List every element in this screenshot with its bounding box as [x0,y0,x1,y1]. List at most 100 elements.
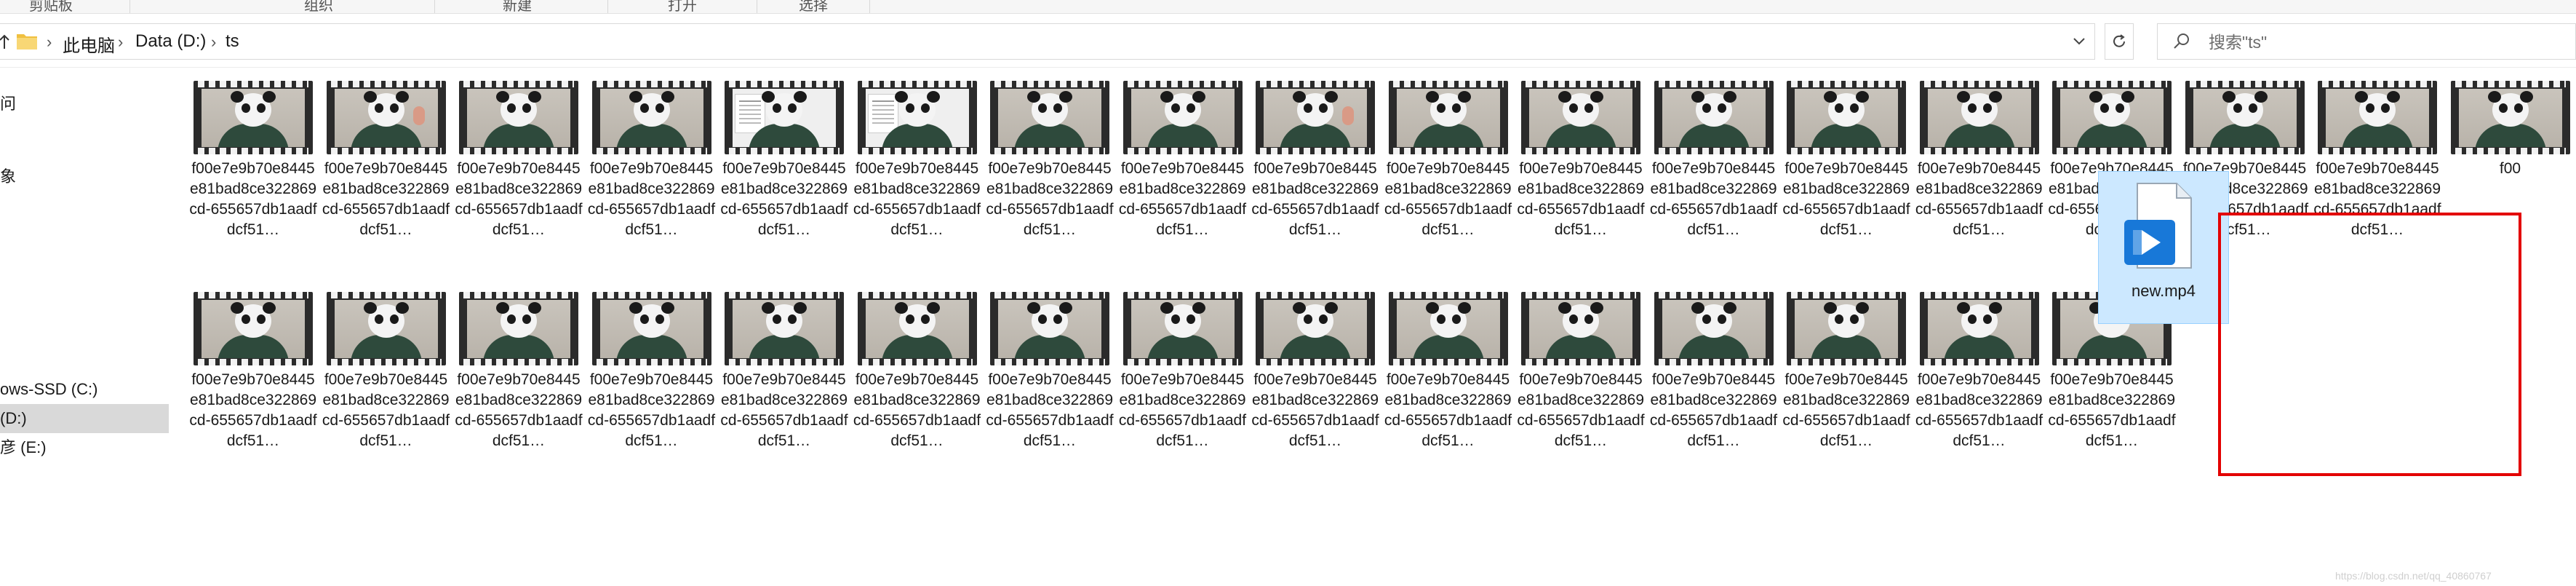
video-thumbnail [1256,292,1375,366]
folder-icon [17,34,37,50]
file-item[interactable]: f00e7e9b70e8445e81bad8ce322869cd-655657d… [719,76,850,237]
refresh-button[interactable] [2105,23,2134,60]
nav-item-d-drive[interactable]: (D:) [0,404,169,433]
file-item[interactable]: f00e7e9b70e8445e81bad8ce322869cd-655657d… [453,288,584,448]
video-thumbnail [1388,292,1508,366]
file-item[interactable]: f00 [2445,76,2576,237]
video-thumbnail [1787,292,1906,366]
ribbon-separator [129,0,130,13]
file-item[interactable]: f00e7e9b70e8445e81bad8ce322869cd-655657d… [2312,76,2443,237]
refresh-icon [2113,34,2125,47]
video-thumbnail [1919,81,2039,155]
file-item[interactable]: f00e7e9b70e8445e81bad8ce322869cd-655657d… [1515,76,1646,237]
search-icon [2174,33,2189,49]
nav-item-e-drive[interactable]: 彦 (E:) [0,433,169,462]
file-item[interactable]: f00e7e9b70e8445e81bad8ce322869cd-655657d… [1648,288,1779,448]
file-name: f00e7e9b70e8445e81bad8ce322869cd-655657d… [1782,371,1910,448]
file-name: f00e7e9b70e8445e81bad8ce322869cd-655657d… [189,371,317,448]
file-item[interactable]: f00e7e9b70e8445e81bad8ce322869cd-655657d… [586,288,717,448]
file-name: f00e7e9b70e8445e81bad8ce322869cd-655657d… [455,371,583,448]
search-input[interactable] [2207,28,2559,56]
watermark: https://blog.csdn.net/qq_40860767 [2335,570,2492,582]
nav-item-label: 彦 (E:) [0,438,47,456]
search-box[interactable] [2157,23,2576,60]
breadcrumb-chevron-icon: › [47,33,52,51]
breadcrumb-data-drive[interactable]: Data (D:) [135,31,206,52]
file-item[interactable]: f00e7e9b70e8445e81bad8ce322869cd-655657d… [719,288,850,448]
video-thumbnail [990,292,1109,366]
file-name: f00e7e9b70e8445e81bad8ce322869cd-655657d… [1251,160,1379,237]
file-name: f00e7e9b70e8445e81bad8ce322869cd-655657d… [1118,371,1247,448]
video-thumbnail [1122,292,1243,366]
file-list: f00e7e9b70e8445e81bad8ce322869cd-655657d… [169,68,2576,586]
file-name: f00e7e9b70e8445e81bad8ce322869cd-655657d… [986,371,1114,448]
file-name: f00e7e9b70e8445e81bad8ce322869cd-655657d… [1915,160,2043,237]
video-thumbnail [1388,81,1508,155]
file-name: f00e7e9b70e8445e81bad8ce322869cd-655657d… [1517,371,1645,448]
file-item[interactable]: f00e7e9b70e8445e81bad8ce322869cd-655657d… [1383,76,1514,237]
file-item[interactable]: f00e7e9b70e8445e81bad8ce322869cd-655657d… [1117,76,1248,237]
video-thumbnail [1521,292,1640,366]
chevron-down-icon[interactable] [2072,36,2086,47]
video-thumbnail [725,81,844,155]
nav-item-label: 象 [0,167,17,186]
video-thumbnail [1122,81,1243,155]
ribbon-group-labels: 剪贴板 组织 新建 打开 选择 [0,0,2576,14]
ribbon-label-new: 新建 [503,0,532,14]
nav-item-c-drive[interactable]: ows-SSD (C:) [0,375,169,404]
breadcrumb-this-pc[interactable]: 此电脑 [63,31,115,57]
video-thumbnail [1787,81,1906,155]
file-name: f00e7e9b70e8445e81bad8ce322869cd-655657d… [986,160,1114,237]
file-name: new.mp4 [2131,282,2196,300]
file-item[interactable]: f00e7e9b70e8445e81bad8ce322869cd-655657d… [1117,288,1248,448]
video-thumbnail [326,81,446,155]
ribbon-separator [607,0,608,13]
file-item[interactable]: f00e7e9b70e8445e81bad8ce322869cd-655657d… [453,76,584,237]
file-item[interactable]: f00e7e9b70e8445e81bad8ce322869cd-655657d… [852,76,983,237]
file-item[interactable]: f00e7e9b70e8445e81bad8ce322869cd-655657d… [984,288,1115,448]
address-bar[interactable]: › 此电脑 › Data (D:) › ts [0,23,2095,60]
video-thumbnail [1521,81,1640,155]
breadcrumb-chevron-icon[interactable]: › [118,33,123,52]
navigation-pane: 问 象 ows-SSD (C:) (D:) 彦 (E:) [0,68,169,586]
file-item[interactable]: f00e7e9b70e8445e81bad8ce322869cd-655657d… [586,76,717,237]
file-item[interactable]: f00e7e9b70e8445e81bad8ce322869cd-655657d… [1914,288,2045,448]
ribbon-label-open: 打开 [668,0,697,14]
nav-item-access[interactable]: 问 [0,90,169,119]
file-item-new-mp4[interactable]: new.mp4 [2098,171,2229,324]
file-item[interactable]: f00e7e9b70e8445e81bad8ce322869cd-655657d… [321,288,452,448]
file-item[interactable]: f00e7e9b70e8445e81bad8ce322869cd-655657d… [1250,288,1381,448]
file-name: f00e7e9b70e8445e81bad8ce322869cd-655657d… [455,160,583,237]
file-item[interactable]: f00e7e9b70e8445e81bad8ce322869cd-655657d… [1515,288,1646,448]
file-item[interactable]: f00e7e9b70e8445e81bad8ce322869cd-655657d… [1914,76,2045,237]
file-item[interactable]: f00e7e9b70e8445e81bad8ce322869cd-655657d… [1648,76,1779,237]
up-arrow-icon[interactable] [0,34,10,50]
breadcrumb-ts[interactable]: ts [226,31,239,52]
nav-item-label: ows-SSD (C:) [0,380,98,398]
file-item[interactable]: f00e7e9b70e8445e81bad8ce322869cd-655657d… [1250,76,1381,237]
file-name: f00e7e9b70e8445e81bad8ce322869cd-655657d… [1649,160,1778,237]
video-thumbnail [1654,81,1774,155]
file-item[interactable]: f00e7e9b70e8445e81bad8ce322869cd-655657d… [188,76,319,237]
file-item[interactable]: f00e7e9b70e8445e81bad8ce322869cd-655657d… [321,76,452,237]
file-item[interactable]: f00e7e9b70e8445e81bad8ce322869cd-655657d… [984,76,1115,237]
file-name: f00e7e9b70e8445e81bad8ce322869cd-655657d… [853,371,981,448]
file-item[interactable]: f00e7e9b70e8445e81bad8ce322869cd-655657d… [1383,288,1514,448]
nav-item-objects[interactable]: 象 [0,162,169,191]
file-name: f00e7e9b70e8445e81bad8ce322869cd-655657d… [720,160,848,237]
video-thumbnail [990,81,1109,155]
video-thumbnail [2318,81,2437,155]
ribbon-label-select: 选择 [799,0,828,14]
ribbon-label-clipboard: 剪贴板 [29,0,73,14]
file-name: f00e7e9b70e8445e81bad8ce322869cd-655657d… [1649,371,1778,448]
file-name: f00e7e9b70e8445e81bad8ce322869cd-655657d… [322,371,450,448]
breadcrumb-chevron-icon[interactable]: › [211,33,216,52]
video-thumbnail [857,81,977,155]
file-item[interactable]: f00e7e9b70e8445e81bad8ce322869cd-655657d… [1781,76,1912,237]
file-item[interactable]: f00e7e9b70e8445e81bad8ce322869cd-655657d… [1781,288,1912,448]
file-item[interactable]: f00e7e9b70e8445e81bad8ce322869cd-655657d… [188,288,319,448]
file-item[interactable]: f00e7e9b70e8445e81bad8ce322869cd-655657d… [852,288,983,448]
file-name: f00e7e9b70e8445e81bad8ce322869cd-655657d… [1384,371,1512,448]
file-name: f00 [2499,160,2521,178]
video-thumbnail [591,292,711,366]
